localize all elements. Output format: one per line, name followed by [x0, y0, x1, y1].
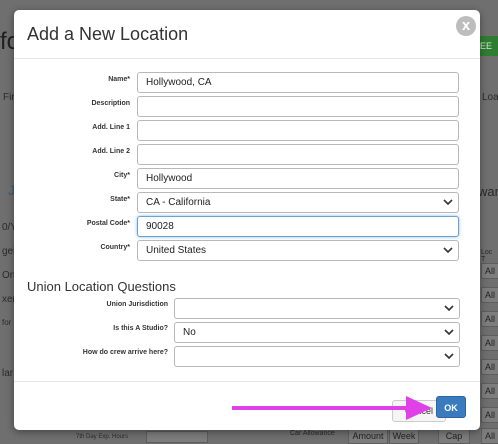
bg-all-cell: All: [481, 428, 498, 444]
studio-label: Is this A Studio?: [113, 325, 168, 332]
crew-arrive-select[interactable]: [174, 346, 460, 367]
bg-all-cell: All: [481, 407, 498, 423]
chevron-down-icon: [444, 329, 454, 336]
bg-all-cell: All: [481, 335, 498, 351]
bg-cell: Amount: [348, 428, 388, 444]
bg-text: Loc T: [481, 249, 493, 263]
studio-select-value: No: [183, 327, 196, 338]
ok-button[interactable]: OK: [436, 396, 466, 418]
annotation-arrow-icon: [232, 396, 432, 420]
studio-select[interactable]: No: [174, 322, 460, 343]
chevron-down-icon: [444, 353, 454, 360]
postal-code-label: Postal Code*: [86, 220, 130, 227]
name-label: Name*: [108, 76, 130, 83]
bg-text: Loa: [482, 92, 498, 103]
description-label: Description: [91, 100, 130, 107]
bg-cell: Week: [389, 428, 419, 444]
bg-input: [146, 431, 208, 443]
city-input[interactable]: Hollywood: [137, 168, 459, 189]
add-line-1-label: Add. Line 1: [92, 124, 130, 131]
bg-all-cell: All: [481, 311, 498, 327]
add-line-2-input[interactable]: [137, 144, 459, 165]
name-input[interactable]: Hollywood, CA: [137, 72, 459, 93]
description-input[interactable]: [137, 96, 459, 117]
union-jurisdiction-label: Union Jurisdiction: [106, 301, 168, 308]
add-location-modal: Add a New Location x Name* Hollywood, CA…: [14, 10, 480, 430]
country-label: Country*: [100, 244, 130, 251]
chevron-down-icon: [444, 305, 454, 312]
country-select[interactable]: United States: [137, 240, 459, 261]
chevron-down-icon: [443, 247, 453, 254]
union-jurisdiction-select[interactable]: [174, 298, 460, 319]
bg-text: for: [2, 318, 12, 327]
country-select-value: United States: [146, 245, 207, 256]
state-select-value: CA - California: [146, 197, 211, 208]
bg-text: Car Allowance: [290, 430, 335, 437]
footer-divider: [14, 381, 480, 382]
bg-all-cell: All: [481, 359, 498, 375]
chevron-down-icon: [443, 199, 453, 206]
crew-arrive-label: How do crew arrive here?: [82, 349, 168, 356]
state-label: State*: [110, 196, 130, 203]
bg-cell: Cap: [438, 428, 470, 444]
add-line-1-input[interactable]: [137, 120, 459, 141]
state-select[interactable]: CA - California: [137, 192, 459, 213]
union-section-title: Union Location Questions: [27, 279, 176, 294]
bg-all-cell: All: [481, 383, 498, 399]
bg-text: war: [478, 184, 498, 199]
bg-text: Fir: [3, 92, 15, 103]
postal-code-input[interactable]: 90028: [137, 216, 459, 237]
header-divider: [14, 58, 480, 59]
modal-title: Add a New Location: [27, 24, 189, 44]
city-label: City*: [114, 172, 130, 179]
add-line-2-label: Add. Line 2: [92, 148, 130, 155]
bg-all-cell: All: [481, 263, 498, 279]
bg-text: 7th Day Exp. Hours: [76, 434, 129, 440]
bg-all-cell: All: [481, 287, 498, 303]
bg-text: lar: [2, 368, 14, 379]
close-icon[interactable]: x: [456, 16, 476, 36]
